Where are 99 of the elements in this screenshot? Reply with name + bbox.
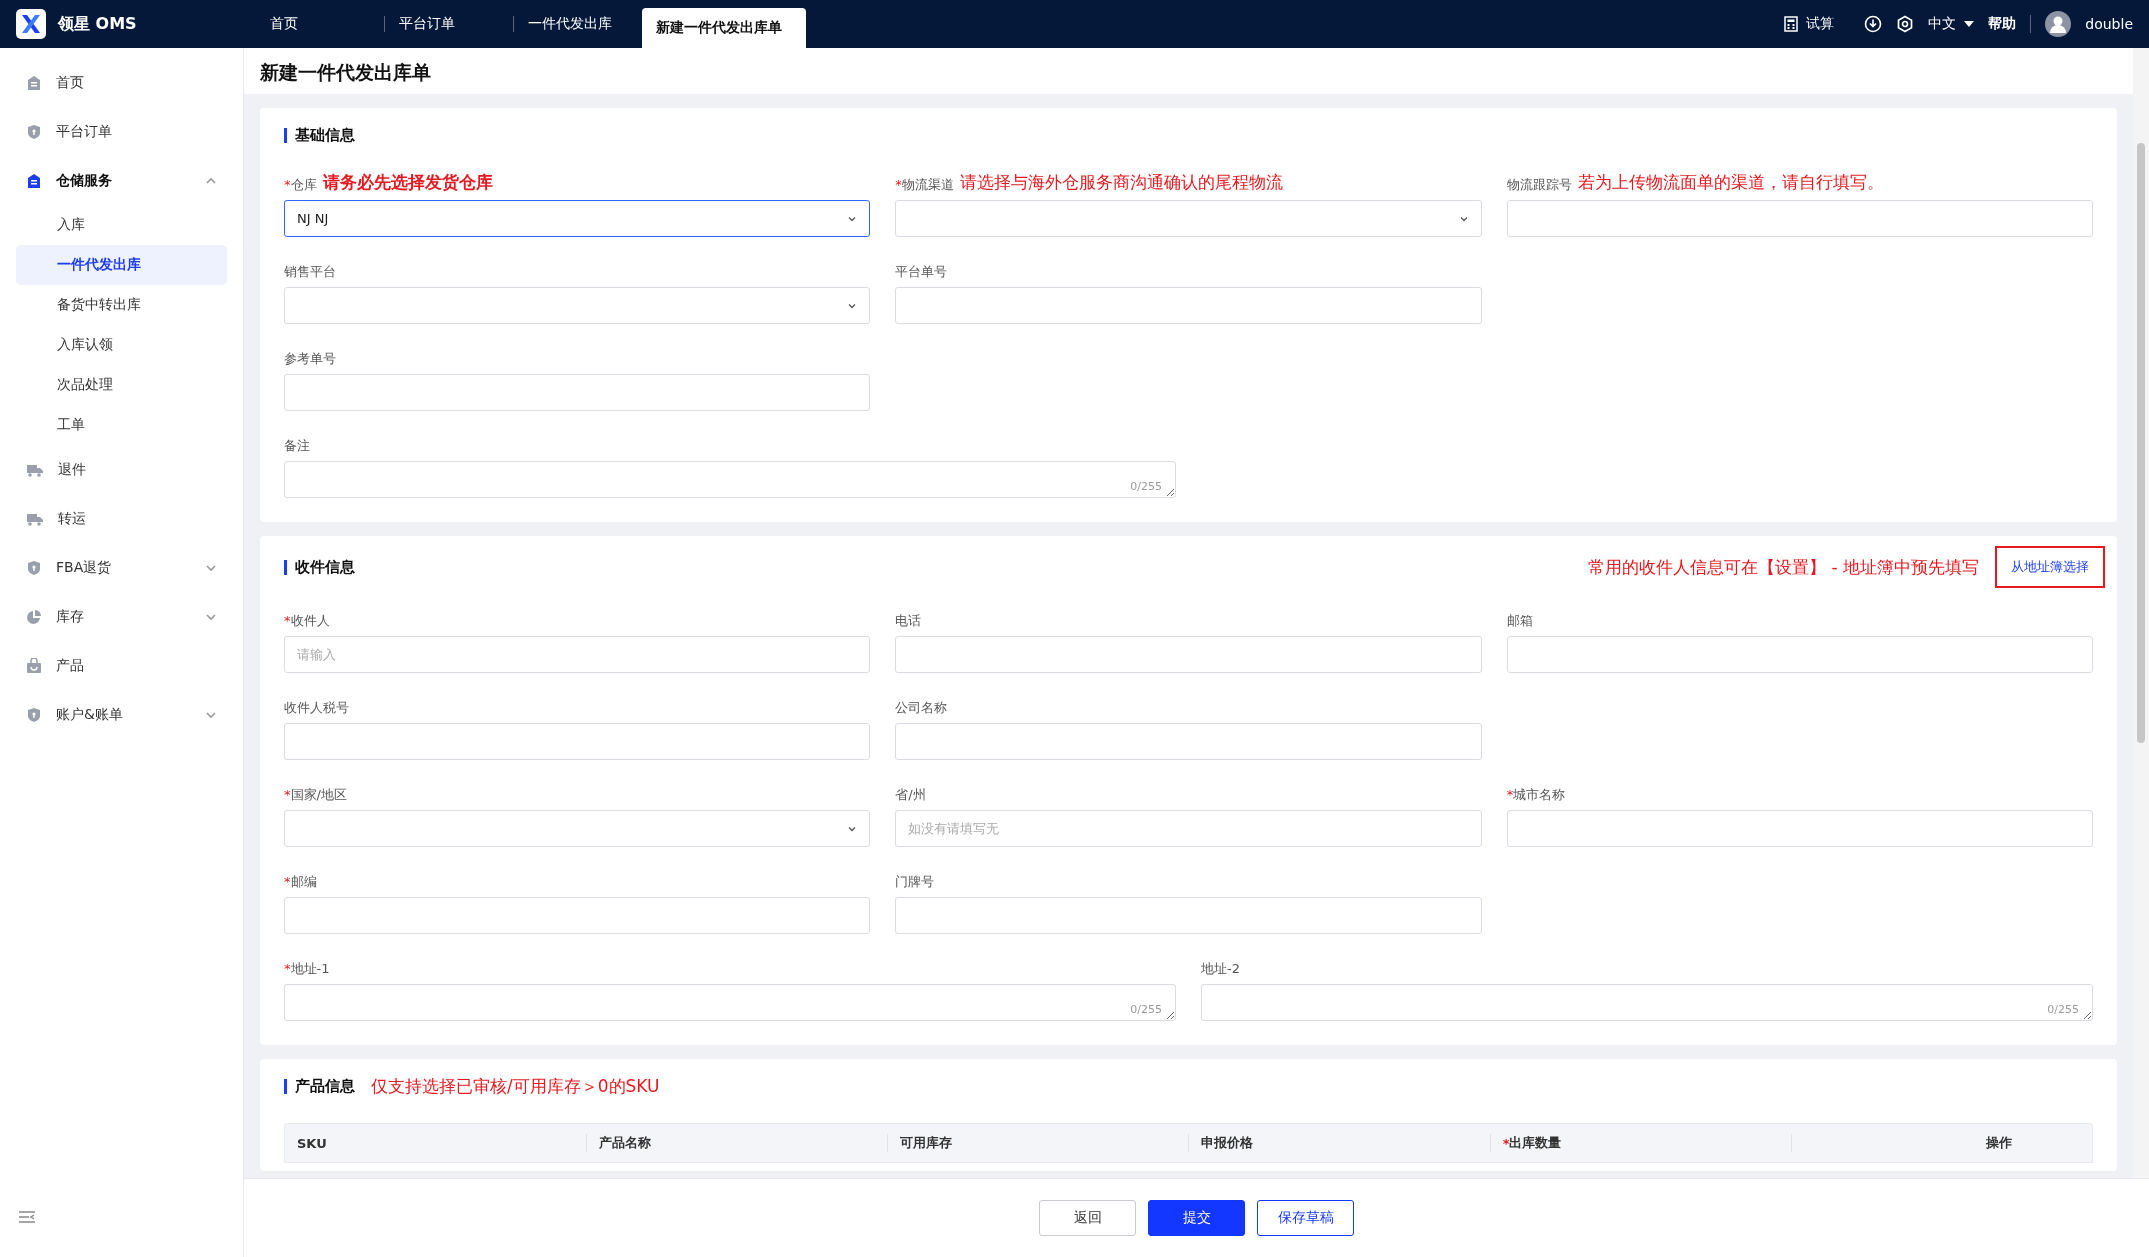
field-label: 平台单号: [895, 263, 948, 281]
section-title: 收件信息: [284, 559, 355, 575]
language-dropdown[interactable]: 中文: [1928, 15, 1975, 33]
bag-icon: [26, 657, 42, 674]
column-header: SKU: [296, 1134, 328, 1152]
field-label: *国家/地区: [284, 786, 347, 804]
input-field[interactable]: [895, 723, 1482, 760]
field-label: 销售平台: [284, 263, 336, 281]
nav-tab[interactable]: 一件代发出库: [514, 0, 642, 48]
hint-text: 请选择与海外仓服务商沟通确认的尾程物流: [959, 171, 1283, 194]
shield-icon: [26, 123, 42, 140]
input-field[interactable]: [895, 287, 1482, 324]
sidebar-item[interactable]: FBA退货: [16, 543, 227, 592]
field-label: 门牌号: [895, 873, 935, 891]
footer-button[interactable]: 提交: [1148, 1200, 1245, 1236]
field-label: 公司名称: [895, 699, 948, 717]
pie-chart-icon: [26, 608, 42, 625]
field-label: 收件人税号: [284, 699, 349, 717]
help-link[interactable]: 帮助: [1988, 15, 2017, 33]
input-field[interactable]: [895, 897, 1482, 934]
hint-text: 请务必先选择发货仓库: [322, 171, 493, 194]
nav-tab[interactable]: 新建一件代发出库单: [642, 8, 806, 48]
sidebar-subitem[interactable]: 入库: [16, 205, 227, 245]
field-label: *城市名称: [1506, 786, 1566, 804]
sidebar-subitem[interactable]: 备货中转出库: [16, 285, 227, 325]
user-name[interactable]: double: [2085, 16, 2133, 32]
sidebar-item[interactable]: 转运: [16, 494, 227, 543]
text-area[interactable]: [1201, 984, 2093, 1021]
building-icon: [26, 172, 42, 189]
select-field[interactable]: [284, 287, 871, 324]
collapse-menu-icon[interactable]: [18, 1210, 36, 1224]
input-field[interactable]: 如没有请填写无: [895, 810, 1482, 847]
caret-icon: [1964, 21, 1975, 27]
shield-icon: [26, 559, 42, 576]
input-field[interactable]: [1506, 200, 2093, 237]
field-label: *物流渠道: [895, 176, 954, 194]
nav-tab[interactable]: 平台订单: [385, 0, 513, 48]
column-header: 操作: [1790, 1134, 2092, 1152]
footer-button[interactable]: 返回: [1039, 1200, 1136, 1236]
select-field[interactable]: NJ NJ: [284, 200, 871, 237]
field-label: *收件人: [284, 612, 330, 630]
note-text: 仅支持选择已审核/可用库存＞0的SKU: [371, 1074, 660, 1098]
settings-icon[interactable]: [1896, 15, 1915, 33]
note-text: 常用的收件人信息可在【设置】 - 地址簿中预先填写: [1588, 555, 1979, 579]
logo-icon: [16, 9, 46, 39]
hint-text: 若为上传物流面单的渠道，请自行填写。: [1577, 171, 1884, 194]
app-name: 领星 OMS: [58, 13, 137, 35]
input-field[interactable]: [284, 374, 871, 411]
sidebar-item[interactable]: 产品: [16, 641, 227, 690]
download-icon[interactable]: [1864, 15, 1883, 33]
sidebar-subitem[interactable]: 一件代发出库: [16, 245, 227, 285]
sidebar-item[interactable]: 账户&账单: [16, 690, 227, 739]
input-field[interactable]: [284, 723, 871, 760]
sidebar-item[interactable]: 退件: [16, 445, 227, 494]
field-label: 参考单号: [284, 350, 336, 368]
char-counter: 0/255: [1130, 1003, 1162, 1016]
field-label: 物流跟踪号: [1506, 176, 1572, 194]
column-header: 申报价格: [1188, 1134, 1490, 1152]
field-label: 电话: [895, 612, 922, 630]
column-header: *出库数量: [1489, 1134, 1791, 1152]
footer-button[interactable]: 保存草稿: [1257, 1200, 1354, 1236]
char-counter: 0/255: [2047, 1003, 2079, 1016]
field-label: 省/州: [895, 786, 926, 804]
column-header: 可用库存: [887, 1134, 1189, 1152]
calculator-icon: [1784, 16, 1799, 32]
section-title: 产品信息: [284, 1078, 355, 1094]
sidebar-item[interactable]: 仓储服务: [16, 156, 227, 205]
input-field[interactable]: [284, 897, 871, 934]
nav-tab[interactable]: 首页: [256, 0, 384, 48]
avatar-icon[interactable]: [2045, 11, 2072, 37]
text-area[interactable]: [284, 461, 1176, 498]
building-icon: [26, 74, 42, 91]
char-counter: 0/255: [1130, 480, 1162, 493]
field-label: *地址-1: [284, 960, 330, 978]
field-label: *邮编: [284, 873, 317, 891]
input-field[interactable]: [1506, 636, 2093, 673]
sidebar-subitem[interactable]: 工单: [16, 405, 227, 445]
sidebar-item[interactable]: 平台订单: [16, 107, 227, 156]
scrollbar[interactable]: [2133, 48, 2149, 1178]
select-field[interactable]: [895, 200, 1482, 237]
sidebar-subitem[interactable]: 入库认领: [16, 325, 227, 365]
column-header: 产品名称: [586, 1134, 888, 1152]
field-label: 备注: [284, 437, 310, 455]
sidebar-item[interactable]: 首页: [16, 58, 227, 107]
field-label: 地址-2: [1201, 960, 1240, 978]
input-field[interactable]: [1506, 810, 2093, 847]
address-book-button[interactable]: 从地址簿选择: [1995, 546, 2105, 588]
input-field[interactable]: 请输入: [284, 636, 871, 673]
shield-icon: [26, 706, 42, 723]
select-field[interactable]: [284, 810, 871, 847]
text-area[interactable]: [284, 984, 1176, 1021]
field-label: 邮箱: [1506, 612, 1533, 630]
input-field[interactable]: [895, 636, 1482, 673]
page-title: 新建一件代发出库单: [260, 60, 432, 85]
calculator-button[interactable]: 试算: [1784, 15, 1835, 33]
sidebar-item[interactable]: 库存: [16, 592, 227, 641]
sidebar-subitem[interactable]: 次品处理: [16, 365, 227, 405]
section-title: 基础信息: [284, 127, 355, 143]
field-label: *仓库: [284, 176, 317, 194]
